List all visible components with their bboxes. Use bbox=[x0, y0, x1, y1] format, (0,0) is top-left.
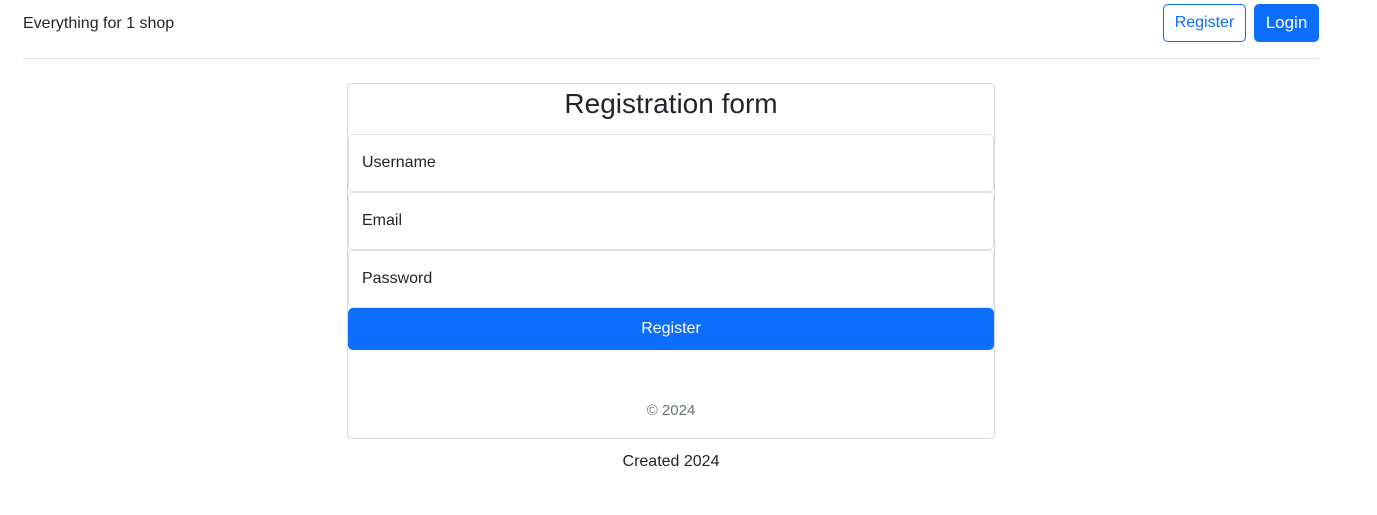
form-title: Registration form bbox=[564, 88, 778, 119]
submit-register-button[interactable]: Register bbox=[348, 308, 994, 350]
registration-card: Registration form Register © 2024 bbox=[347, 83, 995, 439]
header-register-button[interactable]: Register bbox=[1163, 4, 1246, 42]
card-copyright: © 2024 bbox=[646, 402, 696, 419]
password-input[interactable] bbox=[348, 250, 994, 308]
header-login-button[interactable]: Login bbox=[1254, 4, 1319, 42]
brand-name: Everything for 1 shop bbox=[23, 15, 175, 32]
page-footer: Created 2024 bbox=[622, 453, 720, 470]
site-header: Everything for 1 shop Register Login bbox=[23, 0, 1319, 59]
email-input[interactable] bbox=[348, 192, 994, 250]
username-input[interactable] bbox=[348, 134, 994, 192]
